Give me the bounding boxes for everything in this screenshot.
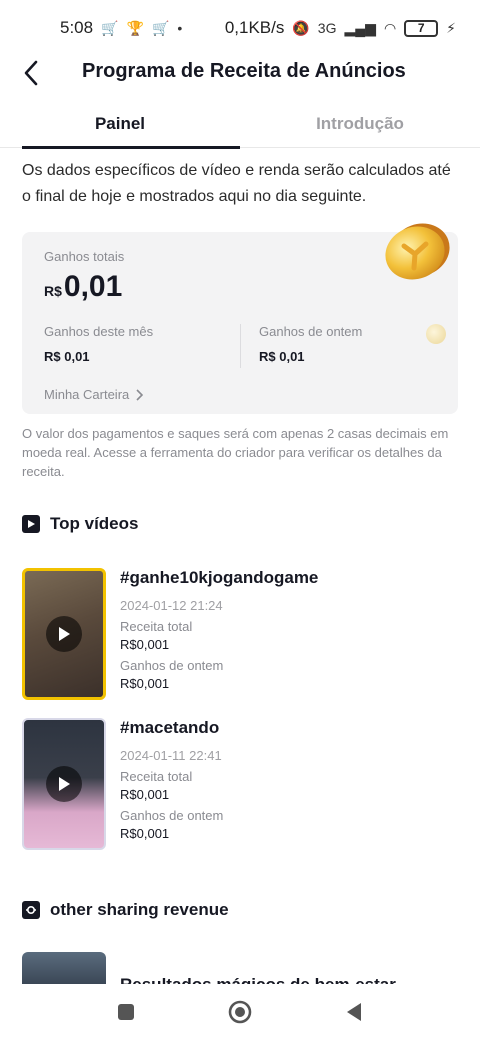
- back-arrow-icon: [24, 60, 38, 86]
- status-time: 5:08: [60, 18, 94, 37]
- disclaimer-text: O valor dos pagamentos e saques será com…: [22, 426, 449, 479]
- month-earnings: Ganhos deste mês R$ 0,01: [44, 324, 153, 364]
- other-video-thumbnail[interactable]: [22, 952, 106, 984]
- charging-icon: ⚡: [446, 19, 456, 36]
- total-earnings-value: R$ 0,01: [44, 270, 122, 304]
- home-button[interactable]: [226, 998, 254, 1026]
- other-sharing-title: other sharing revenue: [50, 900, 229, 919]
- network-type: 3G: [317, 20, 337, 36]
- nav-back-icon: [347, 1003, 361, 1021]
- intro-text: Os dados específicos de vídeo e renda se…: [22, 162, 451, 205]
- play-icon: [46, 616, 82, 652]
- month-earnings-value: R$ 0,01: [44, 349, 90, 364]
- other-sharing-heading: other sharing revenue: [22, 900, 229, 920]
- video-thumbnail[interactable]: [22, 718, 106, 850]
- yesterday-earnings: Ganhos de ontem R$ 0,01: [259, 324, 362, 364]
- trophy-icon: 🏆: [126, 19, 144, 36]
- yesterday-earnings-label: Ganhos de ontem: [259, 324, 363, 339]
- coin-icon: [385, 223, 450, 280]
- battery-icon: 7: [404, 19, 439, 37]
- video-play-icon: [22, 515, 40, 533]
- header: Programa de Receita de Anúncios: [0, 50, 480, 96]
- month-earnings-label: Ganhos deste mês: [44, 324, 154, 339]
- back-button[interactable]: [14, 56, 48, 90]
- divider: [240, 324, 241, 368]
- system-nav-bar: [0, 984, 480, 1040]
- back-nav-button[interactable]: [340, 998, 368, 1026]
- other-video-title[interactable]: Resultados mágicos de bem-estar de: [120, 976, 420, 984]
- wallet-link-label: Minha Carteira: [44, 387, 130, 402]
- tab-painel[interactable]: Painel: [0, 100, 240, 149]
- tab-bar: Painel Introdução: [0, 100, 480, 149]
- chevron-right-icon: [136, 388, 144, 401]
- signal-icon: ▂▄▆: [344, 19, 376, 36]
- video-title: #macetando: [120, 718, 220, 737]
- currency-symbol: R$: [44, 283, 62, 299]
- nav-square-icon: [118, 1004, 134, 1020]
- video-item[interactable]: #ganhe10kjogandogame 2024-01-12 21:24 Re…: [22, 568, 462, 704]
- wifi-icon: ◠: [383, 19, 397, 36]
- video-title: #ganhe10kjogandogame: [120, 568, 319, 587]
- small-coin-icon: [426, 324, 446, 344]
- top-videos-title: Top vídeos: [50, 514, 139, 533]
- network-speed: 0,1KB/s: [224, 18, 285, 37]
- revenue-label: Receita total: [120, 769, 193, 784]
- video-date: 2024-01-11 22:41: [120, 748, 222, 763]
- dot-icon: •: [177, 20, 183, 36]
- yesterday-label: Ganhos de ontem: [120, 808, 224, 823]
- revenue-value: R$0,001: [120, 787, 170, 802]
- video-item[interactable]: #macetando 2024-01-11 22:41 Receita tota…: [22, 718, 462, 854]
- video-date: 2024-01-12 21:24: [120, 598, 223, 613]
- cart-icon: 🛒: [151, 19, 170, 36]
- yesterday-label: Ganhos de ontem: [120, 658, 224, 673]
- video-thumbnail[interactable]: [22, 568, 106, 700]
- page-title: Programa de Receita de Anúncios: [82, 60, 406, 82]
- top-videos-heading: Top vídeos: [22, 514, 138, 534]
- nav-circle-icon: [228, 1000, 252, 1024]
- earnings-card: Ganhos totais R$ 0,01 Ganhos deste mês R…: [22, 223, 458, 414]
- total-amount: 0,01: [63, 270, 123, 303]
- yesterday-value: R$0,001: [120, 826, 170, 841]
- play-icon: [46, 766, 82, 802]
- share-revenue-icon: [22, 901, 40, 919]
- status-bar: 5:08 🛒 🏆 🛒 • 0,1KB/s 🔕 3G ▂▄▆ ◠ 7 ⚡: [0, 0, 480, 56]
- wallet-link[interactable]: Minha Carteira: [44, 387, 144, 402]
- revenue-label: Receita total: [120, 619, 193, 634]
- revenue-value: R$0,001: [120, 637, 170, 652]
- recents-button[interactable]: [112, 998, 140, 1026]
- total-earnings-label: Ganhos totais: [44, 249, 125, 264]
- yesterday-value: R$0,001: [120, 676, 170, 691]
- yesterday-earnings-value: R$ 0,01: [259, 349, 305, 364]
- cart-icon: 🛒: [101, 19, 119, 36]
- mute-icon: 🔕: [292, 19, 310, 36]
- tab-introducao[interactable]: Introdução: [240, 100, 480, 148]
